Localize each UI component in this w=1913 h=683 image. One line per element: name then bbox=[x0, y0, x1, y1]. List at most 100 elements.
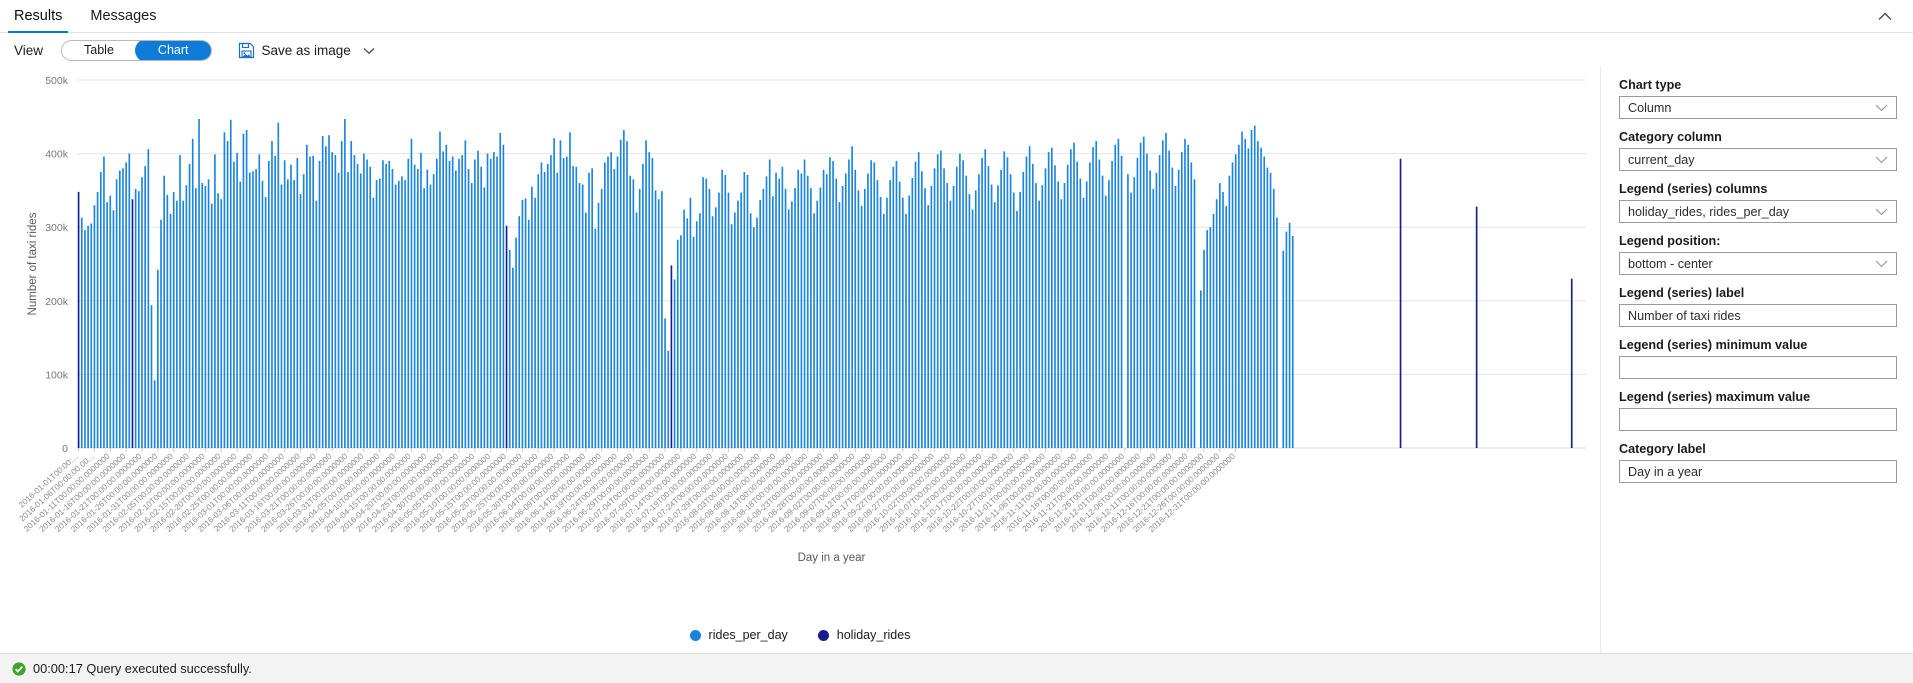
bar-rides-per-day[interactable] bbox=[401, 176, 403, 448]
bar-rides-per-day[interactable] bbox=[436, 159, 438, 448]
bar-rides-per-day[interactable] bbox=[940, 151, 942, 448]
bar-rides-per-day[interactable] bbox=[1210, 227, 1212, 448]
bar-rides-per-day[interactable] bbox=[84, 230, 86, 448]
bar-rides-per-day[interactable] bbox=[484, 187, 486, 448]
bar-rides-per-day[interactable] bbox=[873, 162, 875, 448]
bar-rides-per-day[interactable] bbox=[154, 380, 156, 448]
bar-rides-per-day[interactable] bbox=[525, 199, 527, 449]
bar-rides-per-day[interactable] bbox=[566, 157, 568, 448]
bar-rides-per-day[interactable] bbox=[1083, 198, 1085, 448]
bar-rides-per-day[interactable] bbox=[471, 183, 473, 448]
bar-rides-per-day[interactable] bbox=[1045, 168, 1047, 448]
bar-rides-per-day[interactable] bbox=[1156, 173, 1158, 448]
legend-position-select[interactable]: bottom - center bbox=[1619, 252, 1897, 275]
bar-rides-per-day[interactable] bbox=[575, 167, 577, 448]
bar-rides-per-day[interactable] bbox=[477, 151, 479, 448]
bar-rides-per-day[interactable] bbox=[1127, 174, 1129, 448]
bar-rides-per-day[interactable] bbox=[537, 174, 539, 448]
bar-rides-per-day[interactable] bbox=[965, 176, 967, 448]
bar-rides-per-day[interactable] bbox=[991, 185, 993, 448]
bar-rides-per-day[interactable] bbox=[319, 161, 321, 448]
bar-rides-per-day[interactable] bbox=[709, 189, 711, 448]
bar-rides-per-day[interactable] bbox=[474, 159, 476, 448]
bar-rides-per-day[interactable] bbox=[1168, 151, 1170, 448]
bar-rides-per-day[interactable] bbox=[417, 169, 419, 448]
bar-rides-per-day[interactable] bbox=[373, 198, 375, 448]
bar-rides-per-day[interactable] bbox=[87, 226, 89, 448]
bar-rides-per-day[interactable] bbox=[388, 161, 390, 448]
bar-rides-per-day[interactable] bbox=[1092, 147, 1094, 448]
bar-rides-per-day[interactable] bbox=[889, 180, 891, 448]
bar-rides-per-day[interactable] bbox=[797, 170, 799, 448]
bar-holiday-rides[interactable] bbox=[671, 265, 673, 448]
bar-rides-per-day[interactable] bbox=[778, 179, 780, 448]
bar-rides-per-day[interactable] bbox=[690, 198, 692, 448]
bar-rides-per-day[interactable] bbox=[1073, 143, 1075, 448]
bar-rides-per-day[interactable] bbox=[411, 139, 413, 448]
bar-rides-per-day[interactable] bbox=[1019, 192, 1021, 448]
bar-rides-per-day[interactable] bbox=[1175, 186, 1177, 448]
bar-rides-per-day[interactable] bbox=[426, 170, 428, 448]
bar-rides-per-day[interactable] bbox=[614, 169, 616, 448]
bar-rides-per-day[interactable] bbox=[1000, 170, 1002, 448]
bar-rides-per-day[interactable] bbox=[620, 140, 622, 448]
bar-rides-per-day[interactable] bbox=[1263, 157, 1265, 448]
bar-rides-per-day[interactable] bbox=[369, 167, 371, 448]
bar-rides-per-day[interactable] bbox=[1171, 168, 1173, 448]
bar-rides-per-day[interactable] bbox=[1032, 164, 1034, 448]
bar-rides-per-day[interactable] bbox=[728, 193, 730, 448]
bar-rides-per-day[interactable] bbox=[801, 173, 803, 448]
bar-rides-per-day[interactable] bbox=[160, 220, 162, 448]
bar-rides-per-day[interactable] bbox=[1270, 173, 1272, 448]
bar-rides-per-day[interactable] bbox=[404, 180, 406, 448]
bar-rides-per-day[interactable] bbox=[658, 199, 660, 448]
bar-rides-per-day[interactable] bbox=[208, 179, 210, 448]
bar-rides-per-day[interactable] bbox=[512, 268, 514, 448]
bar-rides-per-day[interactable] bbox=[617, 157, 619, 448]
bar-rides-per-day[interactable] bbox=[357, 164, 359, 448]
bar-rides-per-day[interactable] bbox=[943, 168, 945, 448]
bar-rides-per-day[interactable] bbox=[721, 170, 723, 448]
bar-rides-per-day[interactable] bbox=[915, 162, 917, 448]
bar-rides-per-day[interactable] bbox=[864, 189, 866, 448]
bar-rides-per-day[interactable] bbox=[1007, 157, 1009, 448]
bar-rides-per-day[interactable] bbox=[1130, 193, 1132, 448]
bar-rides-per-day[interactable] bbox=[810, 188, 812, 448]
bar-rides-per-day[interactable] bbox=[1102, 176, 1104, 448]
bar-rides-per-day[interactable] bbox=[1121, 156, 1123, 448]
bar-rides-per-day[interactable] bbox=[81, 218, 83, 448]
bar-rides-per-day[interactable] bbox=[338, 173, 340, 448]
bar-rides-per-day[interactable] bbox=[744, 172, 746, 448]
bar-rides-per-day[interactable] bbox=[420, 153, 422, 448]
bar-rides-per-day[interactable] bbox=[648, 152, 650, 448]
bar-rides-per-day[interactable] bbox=[255, 169, 257, 448]
bar-rides-per-day[interactable] bbox=[550, 155, 552, 448]
bar-rides-per-day[interactable] bbox=[1184, 139, 1186, 448]
bar-rides-per-day[interactable] bbox=[652, 158, 654, 448]
bar-rides-per-day[interactable] bbox=[214, 154, 216, 448]
bar-rides-per-day[interactable] bbox=[861, 206, 863, 448]
bar-rides-per-day[interactable] bbox=[363, 154, 365, 448]
bar-rides-per-day[interactable] bbox=[90, 224, 92, 448]
bar-rides-per-day[interactable] bbox=[1213, 214, 1215, 448]
bar-rides-per-day[interactable] bbox=[167, 195, 169, 448]
bar-rides-per-day[interactable] bbox=[753, 227, 755, 448]
bar-rides-per-day[interactable] bbox=[455, 171, 457, 448]
bar-rides-per-day[interactable] bbox=[816, 201, 818, 448]
bar-rides-per-day[interactable] bbox=[747, 175, 749, 448]
bar-rides-per-day[interactable] bbox=[1152, 189, 1154, 448]
bar-rides-per-day[interactable] bbox=[1200, 291, 1202, 449]
bar-rides-per-day[interactable] bbox=[820, 187, 822, 448]
bar-rides-per-day[interactable] bbox=[892, 167, 894, 448]
bar-rides-per-day[interactable] bbox=[531, 187, 533, 448]
bar-rides-per-day[interactable] bbox=[252, 171, 254, 448]
bar-rides-per-day[interactable] bbox=[306, 145, 308, 448]
bar-rides-per-day[interactable] bbox=[927, 205, 929, 448]
bar-rides-per-day[interactable] bbox=[832, 161, 834, 448]
bar-rides-per-day[interactable] bbox=[1054, 165, 1056, 448]
taxi-rides-column-chart[interactable]: 0100k200k300k400k500k2016-01-01T00:00:..… bbox=[0, 66, 1600, 626]
bar-rides-per-day[interactable] bbox=[870, 160, 872, 448]
bar-rides-per-day[interactable] bbox=[1194, 179, 1196, 448]
bar-rides-per-day[interactable] bbox=[1222, 192, 1224, 448]
bar-rides-per-day[interactable] bbox=[452, 157, 454, 448]
